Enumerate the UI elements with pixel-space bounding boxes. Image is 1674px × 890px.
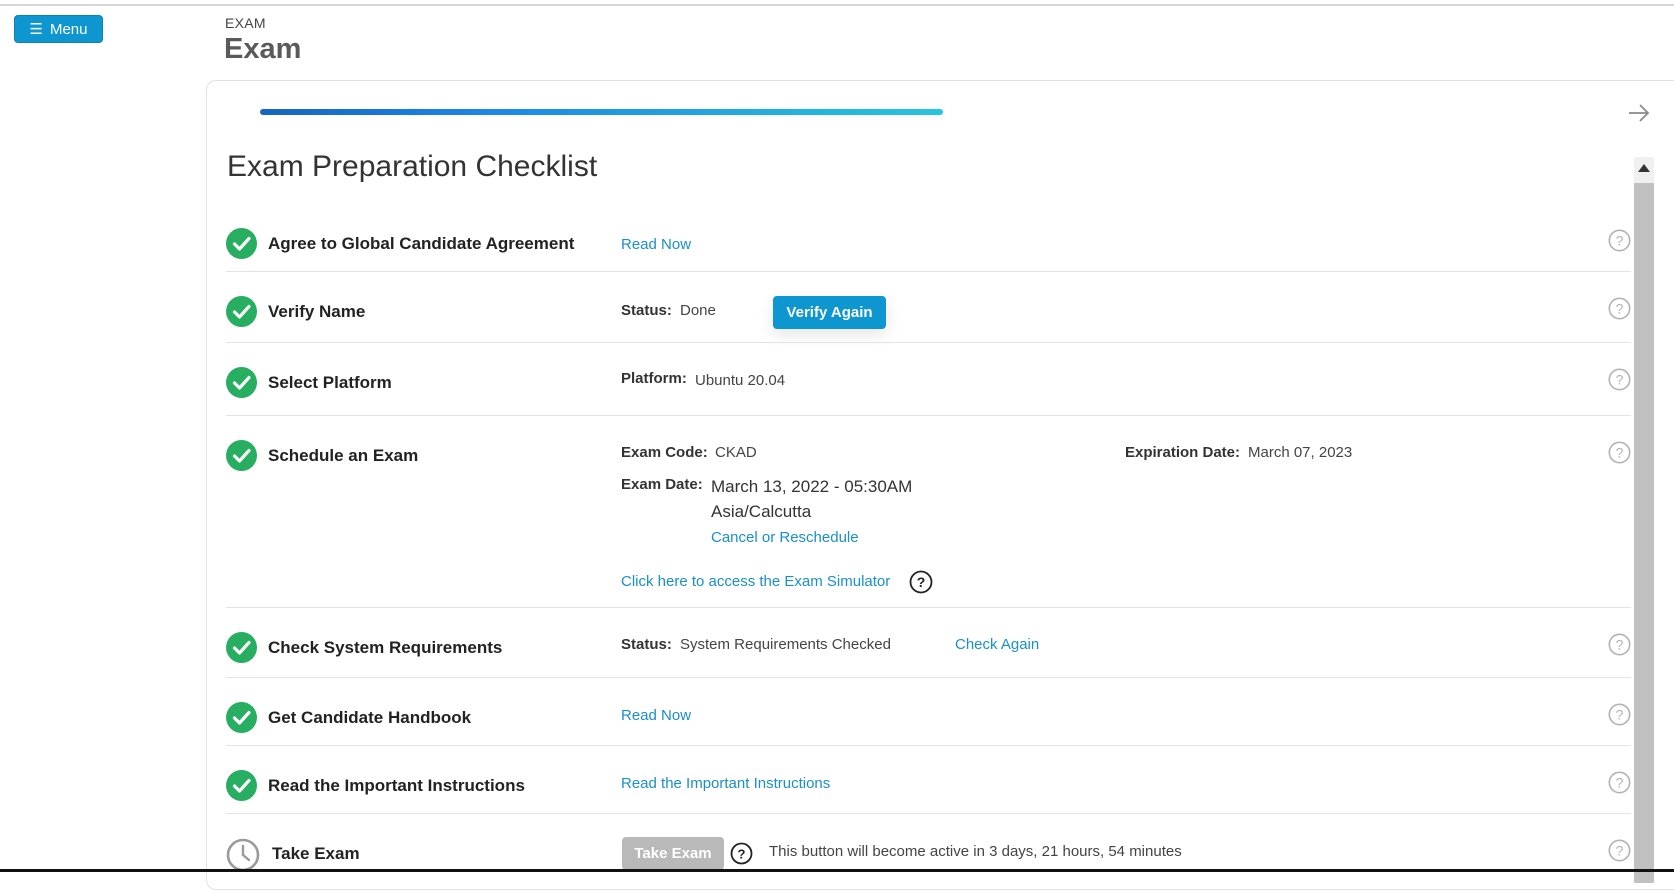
svg-text:?: ? [1616,706,1624,722]
check-circle-icon [226,296,257,327]
page-title: Exam [224,33,302,65]
verify-again-button[interactable]: Verify Again [773,296,886,329]
help-icon[interactable]: ? [1608,368,1631,391]
row-divider [226,271,1631,272]
row-divider [226,607,1631,608]
help-icon[interactable]: ? [1608,297,1631,320]
platform-value: Ubuntu 20.04 [695,372,786,389]
svg-text:?: ? [1616,842,1624,858]
take-exam-help-icon[interactable]: ? [730,842,753,865]
exam-timezone: Asia/Calcutta [711,502,812,521]
row-divider [226,342,1631,343]
handbook-read-now-link[interactable]: Read Now [621,707,691,724]
item-take-exam-label: Take Exam [272,844,360,863]
row-divider [226,415,1631,416]
checklist-title: Exam Preparation Checklist [227,150,598,183]
scroll-up-arrow-icon[interactable] [1634,157,1654,179]
item-important-instructions-label: Read the Important Instructions [268,776,525,795]
scrollbar-thumb[interactable] [1634,183,1654,883]
help-icon[interactable]: ? [1608,633,1631,656]
check-circle-icon [226,440,257,471]
menu-button[interactable]: ☰ Menu [14,15,103,43]
sysreq-status-value: System Requirements Checked [680,636,891,653]
take-exam-button: Take Exam [622,837,724,870]
svg-text:?: ? [1616,774,1624,790]
expiration-date-value: March 07, 2023 [1248,444,1353,461]
help-icon[interactable]: ? [1608,839,1631,862]
agreement-read-now-link[interactable]: Read Now [621,236,691,253]
help-icon[interactable]: ? [1608,229,1631,252]
check-circle-icon [226,702,257,733]
help-icon[interactable]: ? [1608,703,1631,726]
item-candidate-handbook-label: Get Candidate Handbook [268,708,472,727]
checklist-panel [206,80,1674,890]
row-divider [226,813,1631,814]
expiration-date-key: Expiration Date: [1125,444,1241,461]
check-circle-icon [226,632,257,663]
svg-text:?: ? [1616,371,1624,387]
item-select-platform-label: Select Platform [268,373,392,392]
exam-simulator-link[interactable]: Click here to access the Exam Simulator [621,573,890,590]
progress-bar [260,109,943,115]
svg-text:?: ? [917,574,926,590]
top-divider [0,4,1674,6]
take-exam-note: This button will become active in 3 days… [769,843,1182,860]
help-icon[interactable]: ? [1608,771,1631,794]
svg-text:?: ? [1616,300,1624,316]
next-arrow-icon[interactable] [1626,100,1652,126]
item-agree-label: Agree to Global Candidate Agreement [268,234,575,253]
row-divider [226,745,1631,746]
hamburger-icon: ☰ [29,20,43,38]
sysreq-status-key: Status: [621,636,672,653]
platform-key: Platform: [621,370,687,387]
item-verify-name-label: Verify Name [268,302,366,321]
clock-icon [226,838,260,872]
svg-text:?: ? [1616,636,1624,652]
svg-text:?: ? [738,847,746,862]
item-system-requirements-label: Check System Requirements [268,638,503,657]
exam-date-key: Exam Date: [621,476,703,493]
check-again-link[interactable]: Check Again [955,636,1039,653]
check-circle-icon [226,770,257,801]
page-eyebrow: EXAM [225,15,266,31]
menu-label: Menu [49,20,88,38]
row-divider [226,677,1631,678]
help-icon[interactable]: ? [1608,441,1631,464]
important-instructions-link[interactable]: Read the Important Instructions [621,775,830,792]
check-circle-icon [226,228,257,259]
verify-status-value: Done [680,302,716,319]
check-circle-icon [226,367,257,398]
exam-date-value: March 13, 2022 - 05:30AM [711,477,913,496]
exam-code-key: Exam Code: [621,444,708,461]
svg-text:?: ? [1616,444,1624,460]
exam-code-value: CKAD [715,444,757,461]
svg-text:?: ? [1616,232,1624,248]
simulator-help-icon[interactable]: ? [909,570,933,594]
cancel-reschedule-link[interactable]: Cancel or Reschedule [711,529,859,546]
verify-status-key: Status: [621,302,672,319]
item-schedule-exam-label: Schedule an Exam [268,446,419,465]
